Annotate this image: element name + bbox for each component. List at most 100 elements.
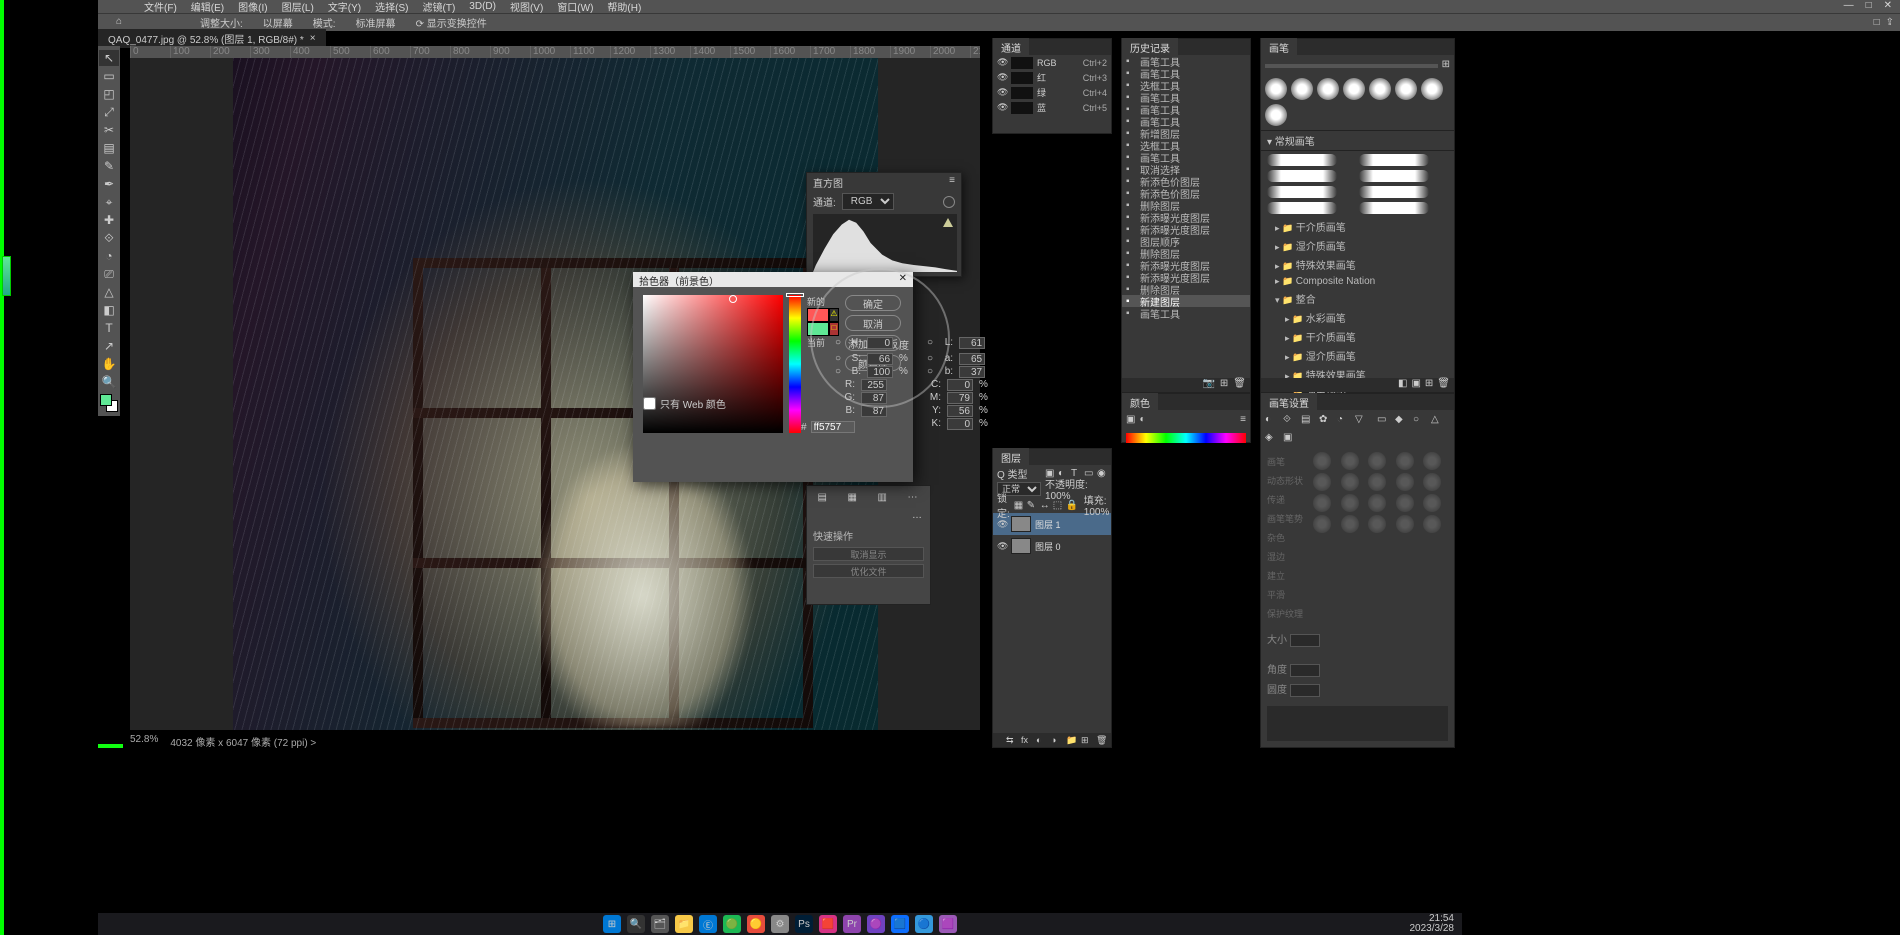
histogram-refresh-icon[interactable] [943,196,955,208]
brush-opt-icon[interactable]: ▣ [1411,378,1420,392]
share-icon[interactable]: □ [1874,17,1880,28]
taskbar-app-icon[interactable]: Ps [795,915,813,933]
brush-tip-thumb[interactable] [1313,515,1331,533]
menu-window[interactable]: 窗口(W) [557,0,593,14]
menu-layer[interactable]: 图层(L) [282,0,314,14]
history-entry[interactable]: ▪画笔工具 [1122,307,1250,319]
new-doc-icon[interactable]: ⊞ [1220,378,1228,392]
brush-tip-thumb[interactable] [1368,452,1386,470]
visibility-icon[interactable]: 👁 [997,519,1007,530]
tool-12[interactable]: ⎚ [99,266,119,282]
new-brush-icon[interactable]: ⊞ [1442,59,1450,70]
opt-showtransform[interactable]: ⟳ 显示变换控件 [416,15,487,30]
taskbar-app-icon[interactable]: ⊞ [603,915,621,933]
lock-icon[interactable]: 🔒 [1066,500,1076,510]
brush-folder[interactable]: 湿介质画笔 [1261,236,1454,255]
b-field[interactable] [959,366,985,378]
taskbar-app-icon[interactable]: 🗂 [651,915,669,933]
h-field[interactable] [867,337,893,349]
s-field[interactable] [867,353,893,365]
window-minimize[interactable]: — [1844,0,1854,11]
brush-tip-thumb[interactable] [1313,452,1331,470]
taskbar-app-icon[interactable]: 📁 [675,915,693,933]
bs-icon[interactable]: ◈ [1265,432,1279,446]
hex-field[interactable] [811,421,855,433]
brush-setting-label[interactable]: 画笔笔势 [1267,509,1309,528]
taskbar-app-icon[interactable]: 🟪 [939,915,957,933]
lock-icon[interactable]: ↔ [1040,500,1050,510]
taskbar-clock[interactable]: 21:54 2023/3/28 [1410,914,1455,934]
layers-kind[interactable]: Q 类型 [997,466,1028,481]
tool-8[interactable]: ⌖ [99,194,119,210]
tool-6[interactable]: ✎ [99,158,119,174]
color-option-icon[interactable]: ▣ [1126,414,1135,425]
channel-item[interactable]: 👁RGBCtrl+2 [993,55,1111,70]
brush-tip-icon[interactable] [1291,78,1313,100]
color-swatch-current[interactable] [807,322,829,336]
visibility-icon[interactable]: 👁 [997,102,1007,113]
taskbar-app-icon[interactable]: 🟡 [747,915,765,933]
bs-icon[interactable]: ▣ [1283,432,1297,446]
window-maximize[interactable]: □ [1866,0,1872,11]
menu-filter[interactable]: 滤镜(T) [423,0,456,14]
layer-item[interactable]: 👁图层 0 [993,535,1111,557]
brush-tip-thumb[interactable] [1341,494,1359,512]
menu-edit[interactable]: 编辑(E) [191,0,224,14]
tool-0[interactable]: ↖ [99,50,119,66]
m-field[interactable] [947,392,973,404]
histogram-menu-icon[interactable]: ≡ [949,175,955,187]
bs-icon[interactable]: ▽ [1355,414,1369,428]
history-tab[interactable]: 历史记录 [1122,38,1178,57]
bs-icon[interactable]: ○ [1413,414,1427,428]
menu-image[interactable]: 图像(I) [238,0,267,14]
brush-tip-thumb[interactable] [1341,515,1359,533]
bs-icon[interactable]: ▭ [1377,414,1391,428]
export-icon[interactable]: ⇪ [1886,17,1894,28]
brush-size-slider[interactable] [1265,64,1438,68]
brush-folder[interactable]: 干介质画笔 [1261,217,1454,236]
taskbar-app-icon[interactable]: ⚙ [771,915,789,933]
taskbar-app-icon[interactable]: 🟥 [819,915,837,933]
close-tab-icon[interactable]: × [310,33,316,44]
mask-icon[interactable]: ◐ [1036,735,1047,746]
tool-9[interactable]: ✚ [99,212,119,228]
brush-tip-thumb[interactable] [1396,473,1414,491]
histogram-channel-select[interactable]: RGB [842,193,894,210]
brush-setting-label[interactable]: 画笔 [1267,452,1309,471]
brush-settings-panel[interactable]: 画笔设置 ◐⟐▤✿◔▽ ▭◆○△◈▣ 画笔动态形状传递画笔笔势杂色湿边建立平滑保… [1260,393,1455,748]
brush-subfolder[interactable]: 干介质画笔 [1271,327,1454,346]
link-icon[interactable]: ⇆ [1006,735,1017,746]
brush-setting-label[interactable]: 杂色 [1267,528,1309,547]
section-normal[interactable]: ▾ 常规画笔 [1261,130,1454,150]
brush-tip-icon[interactable] [1395,78,1417,100]
snapshot-icon[interactable]: 📷 [1202,378,1214,392]
brush-subfolder[interactable]: 湿介质画笔 [1271,346,1454,365]
layers-tab[interactable]: 图层 [993,448,1029,467]
brush-preset[interactable] [1267,153,1357,167]
brush-preset[interactable] [1267,185,1357,199]
bs-icon[interactable]: ◐ [1265,414,1279,428]
brush-tip-icon[interactable] [1369,78,1391,100]
brush-tip-thumb[interactable] [1341,473,1359,491]
cancel-button[interactable]: 取消 [845,315,901,331]
layers-panel[interactable]: 图层 Q 类型 ▣◐T▭◉ 正常 不透明度: 100% 锁定: ▦✎↔⬚🔒 填充… [992,448,1112,748]
align-icon[interactable]: ⋯ [908,492,920,504]
brush-tip-thumb[interactable] [1313,473,1331,491]
tool-11[interactable]: ◔ [99,248,119,264]
visibility-icon[interactable]: 👁 [997,541,1007,552]
lock-icon[interactable]: ▦ [1014,500,1024,510]
trash-icon[interactable]: 🗑 [1233,378,1246,392]
tool-3[interactable]: ⤢ [99,104,119,120]
brush-tip-thumb[interactable] [1313,494,1331,512]
adjustment-icon[interactable]: ◑ [1051,735,1062,746]
taskbar-app-icon[interactable]: 🟦 [891,915,909,933]
brush-tip-thumb[interactable] [1423,494,1441,512]
tool-5[interactable]: ▤ [99,140,119,156]
color-swatch[interactable] [100,394,118,412]
channel-item[interactable]: 👁蓝Ctrl+5 [993,100,1111,115]
taskbar-app-icon[interactable]: Ⓔ [699,915,717,933]
color-picker-close-icon[interactable]: ✕ [899,273,907,286]
channels-panel[interactable]: 通道 👁RGBCtrl+2👁红Ctrl+3👁绿Ctrl+4👁蓝Ctrl+5 [992,38,1112,134]
color-sv-cursor[interactable] [729,295,737,303]
brush-folder[interactable]: 特殊效果画笔 [1261,255,1454,274]
